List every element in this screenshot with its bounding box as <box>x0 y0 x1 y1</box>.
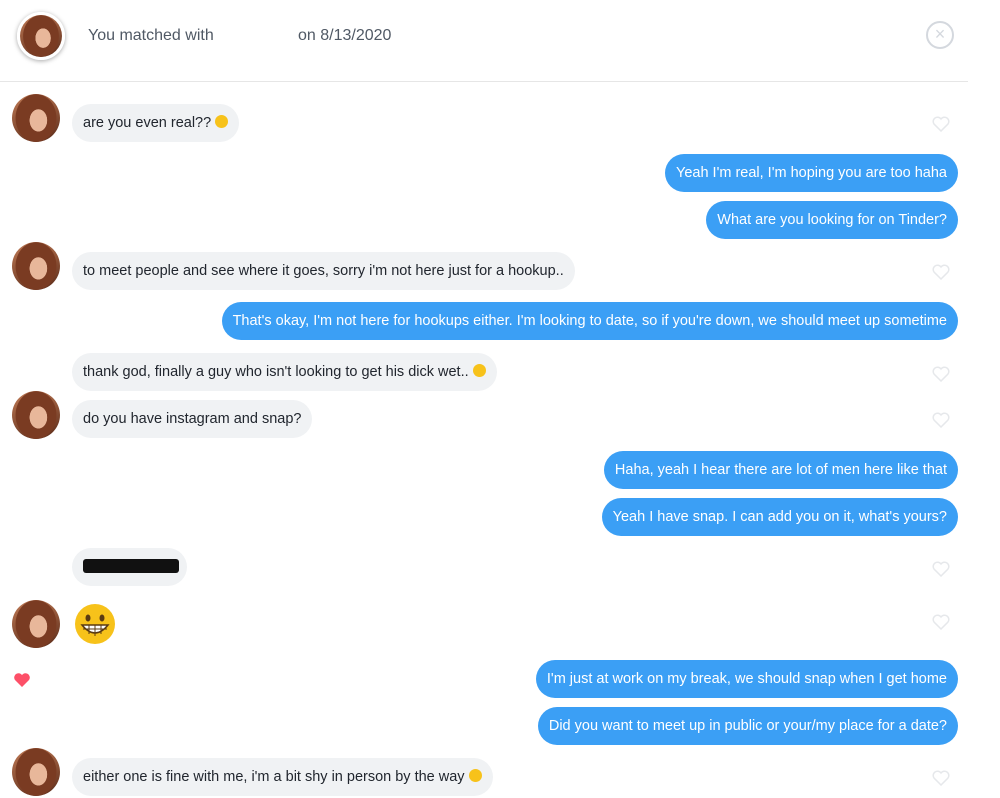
message-bubble: Yeah I have snap. I can add you on it, w… <box>601 498 958 536</box>
grinning-face-big-icon <box>74 603 116 645</box>
message-bubble: thank god, finally a guy who isn't looki… <box>72 353 497 391</box>
liked-heart-icon[interactable] <box>13 672 31 688</box>
like-heart-icon[interactable] <box>932 770 950 786</box>
message-text: Yeah I'm real, I'm hoping you are too ha… <box>675 165 947 181</box>
message-bubble: to meet people and see where it goes, so… <box>72 252 575 290</box>
message-bubble: Yeah I'm real, I'm hoping you are too ha… <box>664 154 958 192</box>
smiling-face-icon <box>215 115 229 128</box>
message-bubble: Did you want to meet up in public or you… <box>537 707 958 745</box>
avatar[interactable] <box>12 391 60 439</box>
chat-header: You matched with on 8/13/2020 × <box>0 0 968 82</box>
message-bubble: Haha, yeah I hear there are lot of men h… <box>603 451 958 489</box>
message-text: Haha, yeah I hear there are lot of men h… <box>614 462 947 478</box>
message-bubble-redacted <box>72 548 187 586</box>
like-heart-icon[interactable] <box>932 264 950 280</box>
like-heart-icon[interactable] <box>932 366 950 382</box>
message-text: What are you looking for on Tinder? <box>717 212 947 228</box>
message-text: I'm just at work on my break, we should … <box>546 671 947 687</box>
avatar[interactable] <box>12 242 60 290</box>
message-text: are you even real?? <box>83 115 212 131</box>
like-heart-icon[interactable] <box>932 116 950 132</box>
message-text: thank god, finally a guy who isn't looki… <box>83 364 469 380</box>
like-heart-icon[interactable] <box>932 614 950 630</box>
message-bubble: What are you looking for on Tinder? <box>706 201 958 239</box>
message-bubble: are you even real?? <box>72 104 240 142</box>
message-text: do you have instagram and snap? <box>83 411 302 427</box>
avatar[interactable] <box>12 600 60 648</box>
message-text: either one is fine with me, i'm a bit sh… <box>83 769 465 785</box>
like-heart-icon[interactable] <box>932 412 950 428</box>
grinning-sweat-icon <box>472 364 486 377</box>
match-avatar[interactable] <box>17 12 65 60</box>
avatar[interactable] <box>12 94 60 142</box>
message-bubble: I'm just at work on my break, we should … <box>535 660 958 698</box>
message-text: Yeah I have snap. I can add you on it, w… <box>612 509 947 525</box>
like-heart-icon[interactable] <box>932 561 950 577</box>
redaction-bar <box>83 559 179 573</box>
avatar[interactable] <box>12 748 60 796</box>
message-text: Did you want to meet up in public or you… <box>548 718 947 734</box>
message-text: That's okay, I'm not here for hookups ei… <box>232 313 947 329</box>
message-text: to meet people and see where it goes, so… <box>83 263 564 279</box>
message-bubble: That's okay, I'm not here for hookups ei… <box>221 302 958 340</box>
message-bubble: either one is fine with me, i'm a bit sh… <box>72 758 493 796</box>
matched-label: You matched with <box>88 27 214 44</box>
grinning-sweat-icon <box>468 769 482 782</box>
message-bubble: do you have instagram and snap? <box>72 400 313 438</box>
match-date: on 8/13/2020 <box>298 27 392 44</box>
close-icon[interactable]: × <box>926 21 954 49</box>
